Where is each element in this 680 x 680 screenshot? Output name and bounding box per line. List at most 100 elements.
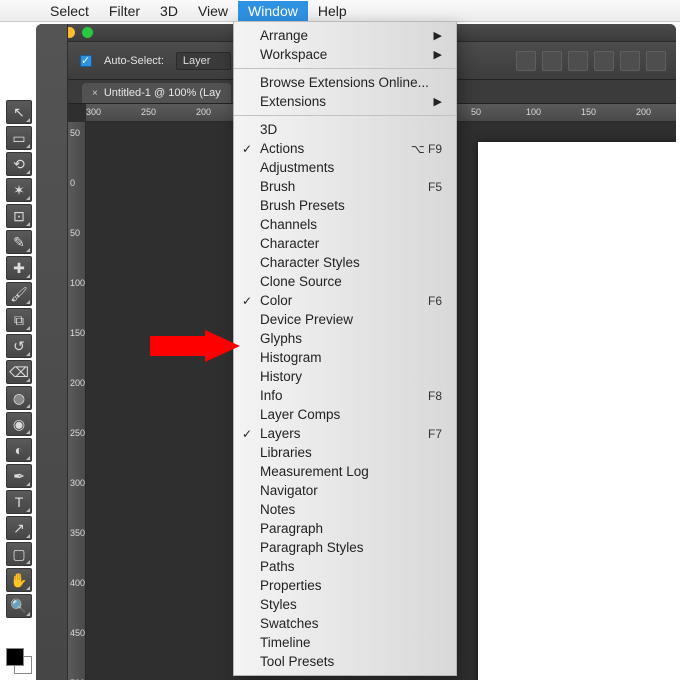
tool-stamp[interactable]: ⧉ — [6, 308, 32, 332]
menu-item-label: Styles — [260, 597, 297, 612]
menu-window[interactable]: Window — [238, 1, 308, 21]
menu-item-workspace[interactable]: Workspace▶ — [234, 45, 456, 64]
tool-marquee[interactable]: ▭ — [6, 126, 32, 150]
tool-brush[interactable]: 🖌 — [6, 282, 32, 306]
align-button-1[interactable] — [516, 51, 536, 71]
align-button-5[interactable] — [620, 51, 640, 71]
chevron-right-icon: ▶ — [434, 95, 442, 108]
menu-item-label: History — [260, 369, 302, 384]
menu-item-actions[interactable]: ✓Actions⌥ F9 — [234, 139, 456, 158]
menu-item-label: Paragraph Styles — [260, 540, 364, 555]
menu-item-label: Clone Source — [260, 274, 342, 289]
menu-item-tool-presets[interactable]: Tool Presets — [234, 652, 456, 671]
tool-lasso[interactable]: ⟲ — [6, 152, 32, 176]
menu-item-channels[interactable]: Channels — [234, 215, 456, 234]
ruler-h-tick: 150 — [581, 107, 596, 117]
menu-item-label: Device Preview — [260, 312, 353, 327]
menu-item-navigator[interactable]: Navigator — [234, 481, 456, 500]
menu-item-label: Channels — [260, 217, 317, 232]
menu-item-layers[interactable]: ✓LayersF7 — [234, 424, 456, 443]
foreground-color-swatch[interactable] — [6, 648, 24, 666]
tool-pen[interactable]: ✒ — [6, 464, 32, 488]
menu-item-swatches[interactable]: Swatches — [234, 614, 456, 633]
align-button-4[interactable] — [594, 51, 614, 71]
menu-item-paragraph-styles[interactable]: Paragraph Styles — [234, 538, 456, 557]
tool-paint-bucket[interactable]: ◍ — [6, 386, 32, 410]
menu-item-timeline[interactable]: Timeline — [234, 633, 456, 652]
menu-item-layer-comps[interactable]: Layer Comps — [234, 405, 456, 424]
menu-item-glyphs[interactable]: Glyphs — [234, 329, 456, 348]
menu-item-brush-presets[interactable]: Brush Presets — [234, 196, 456, 215]
menu-item-label: Browse Extensions Online... — [260, 75, 429, 90]
align-button-3[interactable] — [568, 51, 588, 71]
color-swatches[interactable] — [6, 648, 32, 674]
menu-item-history[interactable]: History — [234, 367, 456, 386]
tool-type[interactable]: T — [6, 490, 32, 514]
tool-wand[interactable]: ✶ — [6, 178, 32, 202]
auto-select-target-select[interactable]: Layer — [176, 52, 232, 70]
close-icon[interactable]: × — [92, 88, 98, 99]
menu-item-libraries[interactable]: Libraries — [234, 443, 456, 462]
menu-item-paragraph[interactable]: Paragraph — [234, 519, 456, 538]
menu-shortcut: F8 — [428, 389, 442, 403]
menu-item-label: Arrange — [260, 28, 308, 43]
window-zoom-button[interactable] — [82, 27, 93, 38]
menu-item-character-styles[interactable]: Character Styles — [234, 253, 456, 272]
auto-select-label: Auto-Select: — [104, 55, 164, 67]
align-button-2[interactable] — [542, 51, 562, 71]
auto-select-checkbox[interactable] — [80, 55, 92, 67]
tool-eyedropper[interactable]: ✎ — [6, 230, 32, 254]
menu-item-arrange[interactable]: Arrange▶ — [234, 26, 456, 45]
ruler-v-tick: 250 — [70, 428, 85, 438]
menu-item-label: Paths — [260, 559, 295, 574]
ruler-v-tick: 400 — [70, 578, 85, 588]
menu-item-extensions[interactable]: Extensions ▶ — [234, 92, 456, 111]
menu-item-properties[interactable]: Properties — [234, 576, 456, 595]
tool-history-brush[interactable]: ↺ — [6, 334, 32, 358]
tool-blur[interactable]: ◉ — [6, 412, 32, 436]
document-tab[interactable]: × Untitled-1 @ 100% (Lay — [82, 83, 231, 103]
menu-help[interactable]: Help — [308, 1, 357, 21]
menu-filter[interactable]: Filter — [99, 1, 150, 21]
menu-item-measurement-log[interactable]: Measurement Log — [234, 462, 456, 481]
menu-item-label: Navigator — [260, 483, 318, 498]
tool-path-select[interactable]: ↗ — [6, 516, 32, 540]
menu-item-character[interactable]: Character — [234, 234, 456, 253]
ruler-v-tick: 50 — [70, 228, 80, 238]
tool-heal[interactable]: ✚ — [6, 256, 32, 280]
menu-item-color[interactable]: ✓ColorF6 — [234, 291, 456, 310]
tool-move[interactable]: ↖ — [6, 100, 32, 124]
tool-shape[interactable]: ▢ — [6, 542, 32, 566]
tool-crop[interactable]: ⊡ — [6, 204, 32, 228]
menu-select[interactable]: Select — [40, 1, 99, 21]
menu-view[interactable]: View — [188, 1, 238, 21]
menu-item-3d[interactable]: 3D — [234, 120, 456, 139]
menu-item-brush[interactable]: BrushF5 — [234, 177, 456, 196]
tool-hand[interactable]: ✋ — [6, 568, 32, 592]
menu-item-browse-extensions-online-[interactable]: Browse Extensions Online... — [234, 73, 456, 92]
check-icon: ✓ — [242, 427, 252, 441]
menu-3d[interactable]: 3D — [150, 1, 188, 21]
align-button-6[interactable] — [646, 51, 666, 71]
menubar: Select Filter 3D View Window Help — [0, 0, 680, 22]
menu-item-label: Extensions — [260, 94, 326, 109]
canvas[interactable] — [478, 142, 676, 680]
tool-zoom[interactable]: 🔍 — [6, 594, 32, 618]
menu-item-paths[interactable]: Paths — [234, 557, 456, 576]
tool-dodge[interactable]: ◐ — [6, 438, 32, 462]
menu-item-label: Notes — [260, 502, 295, 517]
tools-palette: ↖▭⟲✶⊡✎✚🖌⧉↺⌫◍◉◐✒T↗▢✋🔍 — [6, 100, 34, 618]
check-icon: ✓ — [242, 294, 252, 308]
menu-item-info[interactable]: InfoF8 — [234, 386, 456, 405]
menu-item-label: Brush — [260, 179, 295, 194]
menu-item-notes[interactable]: Notes — [234, 500, 456, 519]
window-menu-dropdown: Arrange▶Workspace▶Browse Extensions Onli… — [233, 22, 457, 676]
menu-item-device-preview[interactable]: Device Preview — [234, 310, 456, 329]
menu-item-adjustments[interactable]: Adjustments — [234, 158, 456, 177]
menu-item-clone-source[interactable]: Clone Source — [234, 272, 456, 291]
tool-eraser[interactable]: ⌫ — [6, 360, 32, 384]
menu-item-styles[interactable]: Styles — [234, 595, 456, 614]
menu-item-label: Swatches — [260, 616, 319, 631]
menu-item-label: Layer Comps — [260, 407, 340, 422]
menu-item-histogram[interactable]: Histogram — [234, 348, 456, 367]
